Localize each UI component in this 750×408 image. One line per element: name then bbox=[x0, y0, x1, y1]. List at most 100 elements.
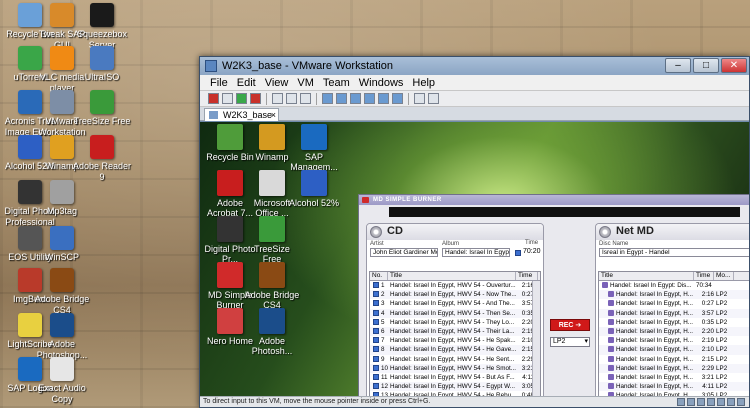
desktop-shortcut[interactable]: UltraISO bbox=[70, 46, 134, 83]
guest-shortcut[interactable]: Alcohol 52% bbox=[286, 170, 342, 208]
menu-edit[interactable]: Edit bbox=[237, 77, 256, 89]
desktop-shortcut[interactable]: Exact Audio Copy bbox=[30, 357, 94, 405]
menu-file[interactable]: File bbox=[210, 77, 228, 89]
desktop-shortcut[interactable]: Mp3tag bbox=[30, 180, 94, 217]
col-no[interactable]: No. bbox=[370, 272, 388, 280]
netmd-track-row[interactable]: Handel: Israel In Egypt, H... 2:15 LP2 bbox=[599, 355, 749, 364]
menu-help[interactable]: Help bbox=[412, 77, 435, 89]
col-md-time[interactable]: Time bbox=[694, 272, 714, 280]
sound-icon[interactable] bbox=[727, 398, 735, 406]
cd-track-row[interactable]: 9 Handel: Israel In Egypt, HWV 54 - He Se… bbox=[370, 355, 540, 364]
md-simple-burner-window[interactable]: MD SIMPLE BURNER CD Artist John Eliot Ga… bbox=[358, 194, 749, 398]
cd-track-row[interactable]: 7 Handel: Israel In Egypt, HWV 54 - He Sp… bbox=[370, 336, 540, 345]
vmware-title-bar[interactable]: W2K3_base - VMware Workstation – □ ✕ bbox=[200, 57, 749, 75]
desktop-shortcut[interactable]: Squeezebox Server bbox=[70, 3, 134, 51]
desktop-shortcut[interactable]: WinSCP bbox=[30, 226, 94, 263]
desktop-shortcut[interactable]: TreeSize Free bbox=[70, 90, 134, 127]
help-icon[interactable] bbox=[428, 93, 439, 104]
reset-icon[interactable] bbox=[250, 93, 261, 104]
cd-track-list[interactable]: No. Title Time 1 Handel: Israel In Egypt,… bbox=[369, 271, 541, 398]
desktop-shortcut[interactable]: Adobe Bridge CS4 bbox=[30, 268, 94, 316]
track-checkbox[interactable] bbox=[373, 291, 379, 298]
power-on-icon[interactable] bbox=[236, 93, 247, 104]
netmd-track-row[interactable]: Handel: Israel In Egypt, H... 3:21 LP2 bbox=[599, 373, 749, 382]
netmd-track-row[interactable]: Handel: Israel In Egypt, H... 2:19 LP2 bbox=[599, 336, 749, 345]
preferences-icon[interactable] bbox=[414, 93, 425, 104]
track-checkbox[interactable] bbox=[373, 337, 379, 344]
netmd-track-row[interactable]: Handel: Israel In Egypt, H... 3:57 LP2 bbox=[599, 308, 749, 318]
quick-switch-icon[interactable] bbox=[336, 93, 347, 104]
burner-title-bar[interactable]: MD SIMPLE BURNER bbox=[359, 195, 749, 205]
floppy-icon[interactable] bbox=[697, 398, 705, 406]
netmd-track-list[interactable]: Title Time Mo... Handel: Israel In Egypt… bbox=[598, 271, 749, 398]
full-screen-icon[interactable] bbox=[350, 93, 361, 104]
track-checkbox[interactable] bbox=[373, 282, 379, 288]
maximize-icon[interactable]: □ bbox=[693, 58, 719, 73]
thumbnail-view-icon[interactable] bbox=[392, 93, 403, 104]
guest-shortcut[interactable]: Adobe Photosh... bbox=[244, 308, 300, 356]
netmd-track-row[interactable]: Handel: Israel In Egypt, H... 2:29 LP2 bbox=[599, 363, 749, 373]
track-checkbox[interactable] bbox=[373, 300, 379, 307]
netmd-track-row[interactable]: Handel: Israel In Egypt, H... 2:16 LP2 bbox=[599, 290, 749, 300]
disc-name-field[interactable]: Isreal in Egypt - Handel bbox=[599, 248, 749, 257]
track-checkbox[interactable] bbox=[373, 318, 379, 325]
netmd-track-row[interactable]: Handel: Israel In Egypt, H... 2:10 LP2 bbox=[599, 345, 749, 355]
cdrom-icon[interactable] bbox=[687, 398, 695, 406]
col-md-title[interactable]: Title bbox=[599, 272, 694, 280]
col-time[interactable]: Time bbox=[516, 272, 538, 280]
guest-shortcut[interactable]: Adobe Bridge CS4 bbox=[244, 262, 300, 310]
network-icon[interactable] bbox=[707, 398, 715, 406]
select-all-checkbox[interactable] bbox=[515, 250, 521, 256]
cd-track-row[interactable]: 8 Handel: Israel In Egypt, HWV 54 - He Ga… bbox=[370, 345, 540, 355]
guest-shortcut[interactable]: TreeSize Free bbox=[244, 216, 300, 264]
menu-team[interactable]: Team bbox=[323, 77, 350, 89]
record-mode-select[interactable]: LP2 bbox=[550, 337, 590, 347]
cd-track-row[interactable]: 3 Handel: Israel In Egypt, HWV 54 - And T… bbox=[370, 299, 540, 308]
cd-track-row[interactable]: 5 Handel: Israel In Egypt, HWV 54 - They … bbox=[370, 318, 540, 327]
revert-snapshot-icon[interactable] bbox=[286, 93, 297, 104]
track-checkbox[interactable] bbox=[373, 364, 379, 371]
netmd-disc-row[interactable]: Handel: Israel In Egypt: Dis... 70:34 bbox=[599, 281, 749, 290]
hdd-icon[interactable] bbox=[677, 398, 685, 406]
col-md-mode[interactable]: Mo... bbox=[714, 272, 734, 280]
netmd-track-row[interactable]: Handel: Israel In Egypt, H... 0:35 LP2 bbox=[599, 318, 749, 327]
cd-track-row[interactable]: 12 Handel: Israel In Egypt, HWV 54 - Egyp… bbox=[370, 382, 540, 392]
track-checkbox[interactable] bbox=[373, 355, 379, 362]
artist-field[interactable]: John Eliot Gardiner Mont bbox=[370, 248, 438, 257]
guest-desktop[interactable]: Recycle Bin Winamp SAP Managem... Adobe Acr… bbox=[200, 122, 749, 398]
cd-track-row[interactable]: 11 Handel: Israel In Egypt, HWV 54 - But … bbox=[370, 373, 540, 382]
power-off-icon[interactable] bbox=[208, 93, 219, 104]
console-view-icon[interactable] bbox=[378, 93, 389, 104]
desktop-shortcut[interactable]: Adobe Photoshop... bbox=[30, 313, 94, 361]
close-tab-icon[interactable]: × bbox=[271, 109, 276, 121]
cd-track-row[interactable]: 10 Handel: Israel In Egypt, HWV 54 - He S… bbox=[370, 363, 540, 373]
netmd-track-row[interactable]: Handel: Israel In Egypt, H... 4:11 LP2 bbox=[599, 382, 749, 392]
snapshot-icon[interactable] bbox=[272, 93, 283, 104]
guest-shortcut[interactable]: SAP Managem... bbox=[286, 124, 342, 172]
cd-track-row[interactable]: 2 Handel: Israel In Egypt, HWV 54 - Now T… bbox=[370, 290, 540, 300]
suspend-icon[interactable] bbox=[222, 93, 233, 104]
track-checkbox[interactable] bbox=[373, 327, 379, 334]
track-checkbox[interactable] bbox=[373, 373, 379, 380]
track-checkbox[interactable] bbox=[373, 383, 379, 390]
track-checkbox[interactable] bbox=[373, 346, 379, 353]
menu-windows[interactable]: Windows bbox=[359, 77, 404, 89]
close-icon[interactable]: ✕ bbox=[721, 58, 747, 73]
snapshot-manager-icon[interactable] bbox=[300, 93, 311, 104]
vmware-window[interactable]: W2K3_base - VMware Workstation – □ ✕ Fil… bbox=[199, 56, 750, 408]
album-field[interactable]: Handel: Israel In Egypt [ bbox=[442, 248, 510, 257]
menu-vm[interactable]: VM bbox=[297, 77, 314, 89]
unity-icon[interactable] bbox=[364, 93, 375, 104]
rec-button[interactable]: REC ➔ bbox=[550, 319, 590, 331]
menu-view[interactable]: View bbox=[265, 77, 289, 89]
cd-track-row[interactable]: 4 Handel: Israel In Egypt, HWV 54 - Then … bbox=[370, 308, 540, 318]
cd-track-row[interactable]: 1 Handel: Israel In Egypt, HWV 54 - Ouver… bbox=[370, 281, 540, 290]
track-checkbox[interactable] bbox=[373, 309, 379, 316]
col-title[interactable]: Title bbox=[388, 272, 516, 280]
netmd-track-row[interactable]: Handel: Israel In Egypt, H... 0:27 LP2 bbox=[599, 299, 749, 308]
show-sidebar-icon[interactable] bbox=[322, 93, 333, 104]
netmd-track-row[interactable]: Handel: Israel In Egypt, H... 2:20 LP2 bbox=[599, 326, 749, 337]
desktop-shortcut[interactable]: Adobe Reader 9 bbox=[70, 135, 134, 183]
cd-track-row[interactable]: 6 Handel: Israel In Egypt, HWV 54 - Their… bbox=[370, 326, 540, 337]
message-icon[interactable] bbox=[737, 398, 745, 406]
